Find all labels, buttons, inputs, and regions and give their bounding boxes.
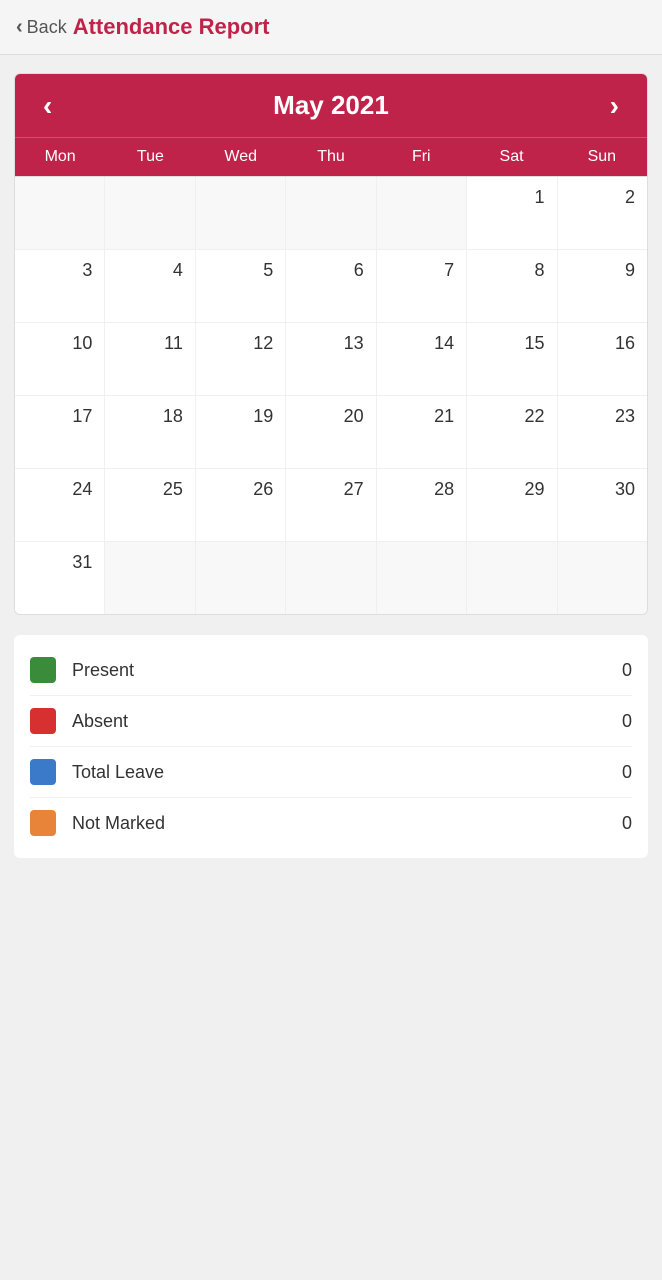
calendar-cell: [558, 542, 647, 614]
calendar-cell: [196, 177, 285, 249]
calendar-day-names: Mon Tue Wed Thu Fri Sat Sun: [15, 137, 647, 176]
day-name-mon: Mon: [15, 138, 105, 176]
calendar-cell[interactable]: 19: [196, 396, 285, 468]
legend-label-absent: Absent: [72, 711, 622, 732]
legend-item-totalleave: Total Leave0: [30, 747, 632, 798]
calendar-cell[interactable]: 31: [15, 542, 104, 614]
calendar-cell[interactable]: 4: [105, 250, 194, 322]
day-name-tue: Tue: [105, 138, 195, 176]
calendar-cell[interactable]: 3: [15, 250, 104, 322]
calendar-cell[interactable]: 27: [286, 469, 375, 541]
header: ‹ Back Attendance Report: [0, 0, 662, 55]
calendar-cell: [286, 542, 375, 614]
calendar-cell[interactable]: 30: [558, 469, 647, 541]
calendar-month-title: May 2021: [273, 90, 389, 121]
calendar-cell[interactable]: 24: [15, 469, 104, 541]
legend-color-present: [30, 657, 56, 683]
calendar-cell: [377, 177, 466, 249]
day-name-wed: Wed: [196, 138, 286, 176]
legend-item-notmarked: Not Marked0: [30, 798, 632, 848]
prev-month-button[interactable]: ‹: [35, 92, 60, 120]
calendar-cell[interactable]: 17: [15, 396, 104, 468]
calendar-cell[interactable]: 5: [196, 250, 285, 322]
legend-count-absent: 0: [622, 711, 632, 732]
calendar-cell[interactable]: 10: [15, 323, 104, 395]
legend-color-absent: [30, 708, 56, 734]
back-button[interactable]: ‹ Back: [16, 16, 67, 39]
calendar-cell[interactable]: 20: [286, 396, 375, 468]
legend: Present0Absent0Total Leave0Not Marked0: [14, 635, 648, 858]
calendar-cell[interactable]: 22: [467, 396, 556, 468]
calendar-grid: 1234567891011121314151617181920212223242…: [15, 176, 647, 614]
page-title: Attendance Report: [73, 14, 270, 40]
calendar-cell[interactable]: 28: [377, 469, 466, 541]
legend-item-present: Present0: [30, 645, 632, 696]
legend-label-present: Present: [72, 660, 622, 681]
calendar-cell: [286, 177, 375, 249]
calendar-cell[interactable]: 9: [558, 250, 647, 322]
calendar-cell: [467, 542, 556, 614]
calendar-cell[interactable]: 7: [377, 250, 466, 322]
calendar-cell: [196, 542, 285, 614]
calendar-cell[interactable]: 15: [467, 323, 556, 395]
back-label: Back: [27, 17, 67, 38]
calendar-header: ‹ May 2021 ›: [15, 74, 647, 137]
legend-count-present: 0: [622, 660, 632, 681]
calendar-cell[interactable]: 2: [558, 177, 647, 249]
calendar-cell[interactable]: 25: [105, 469, 194, 541]
day-name-fri: Fri: [376, 138, 466, 176]
calendar-cell[interactable]: 29: [467, 469, 556, 541]
legend-count-totalleave: 0: [622, 762, 632, 783]
calendar-cell: [105, 177, 194, 249]
day-name-sat: Sat: [466, 138, 556, 176]
calendar-cell: [105, 542, 194, 614]
calendar-cell[interactable]: 6: [286, 250, 375, 322]
legend-item-absent: Absent0: [30, 696, 632, 747]
legend-count-notmarked: 0: [622, 813, 632, 834]
calendar-cell[interactable]: 8: [467, 250, 556, 322]
calendar-cell[interactable]: 18: [105, 396, 194, 468]
calendar-cell[interactable]: 13: [286, 323, 375, 395]
legend-label-notmarked: Not Marked: [72, 813, 622, 834]
calendar-cell: [15, 177, 104, 249]
calendar-cell[interactable]: 23: [558, 396, 647, 468]
calendar-cell[interactable]: 12: [196, 323, 285, 395]
back-chevron-icon: ‹: [16, 16, 23, 39]
calendar-cell[interactable]: 16: [558, 323, 647, 395]
day-name-sun: Sun: [557, 138, 647, 176]
calendar-cell: [377, 542, 466, 614]
day-name-thu: Thu: [286, 138, 376, 176]
legend-color-notmarked: [30, 810, 56, 836]
calendar: ‹ May 2021 › Mon Tue Wed Thu Fri Sat Sun…: [14, 73, 648, 615]
calendar-cell[interactable]: 1: [467, 177, 556, 249]
calendar-cell[interactable]: 11: [105, 323, 194, 395]
next-month-button[interactable]: ›: [602, 92, 627, 120]
calendar-cell[interactable]: 14: [377, 323, 466, 395]
legend-label-totalleave: Total Leave: [72, 762, 622, 783]
calendar-cell[interactable]: 21: [377, 396, 466, 468]
calendar-cell[interactable]: 26: [196, 469, 285, 541]
legend-color-totalleave: [30, 759, 56, 785]
